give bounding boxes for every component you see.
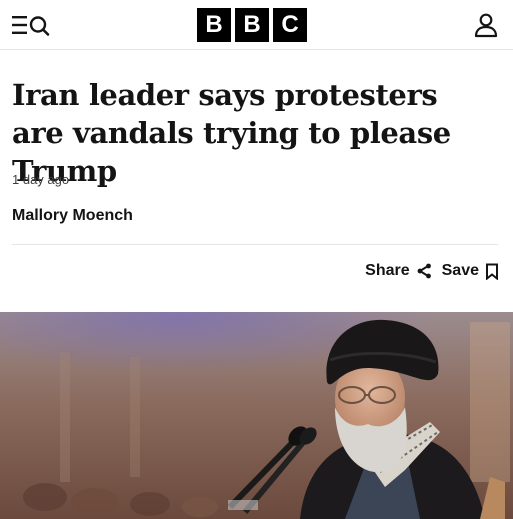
share-button[interactable]: Share bbox=[365, 262, 431, 280]
article-headline: Iran leader says protesters are vandals … bbox=[12, 78, 451, 188]
share-icon bbox=[417, 263, 431, 279]
menu-search-button[interactable] bbox=[12, 12, 60, 38]
save-button[interactable]: Save bbox=[442, 262, 499, 280]
menu-icon bbox=[12, 16, 50, 36]
search-icon bbox=[29, 16, 50, 36]
share-label: Share bbox=[365, 262, 410, 279]
divider bbox=[12, 244, 498, 245]
author-byline: Mallory Moench bbox=[12, 207, 133, 224]
save-label: Save bbox=[441, 262, 479, 279]
account-button[interactable] bbox=[472, 12, 500, 38]
article-timestamp: 1 day ago bbox=[12, 172, 70, 187]
lead-photo-illustration bbox=[0, 312, 513, 519]
logo-letter: B bbox=[235, 8, 269, 42]
article-lead-image bbox=[0, 312, 513, 519]
article-actions: Share Save bbox=[365, 259, 499, 283]
bbc-logo[interactable]: B B C bbox=[197, 8, 307, 42]
bookmark-icon bbox=[486, 263, 498, 280]
top-navigation-bar: B B C bbox=[0, 0, 513, 50]
logo-letter: C bbox=[273, 8, 307, 42]
account-icon bbox=[474, 13, 498, 38]
logo-letter: B bbox=[197, 8, 231, 42]
